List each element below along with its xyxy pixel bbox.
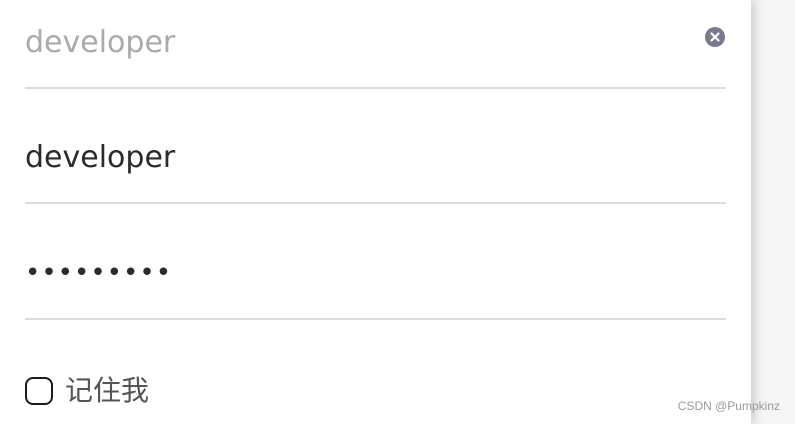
remember-me-checkbox[interactable] [25, 377, 53, 405]
password-input[interactable] [25, 252, 685, 294]
login-form-panel: 记住我 [0, 0, 751, 424]
search-input[interactable] [25, 22, 685, 62]
username-input[interactable] [25, 136, 685, 178]
remember-me[interactable]: 记住我 [25, 373, 149, 409]
search-field [25, 0, 726, 89]
username-field [25, 116, 726, 204]
remember-me-label: 记住我 [65, 374, 150, 407]
password-field [25, 232, 726, 320]
close-circle-icon[interactable] [705, 27, 725, 47]
watermark: CSDN @Pumpkinz [677, 399, 780, 413]
